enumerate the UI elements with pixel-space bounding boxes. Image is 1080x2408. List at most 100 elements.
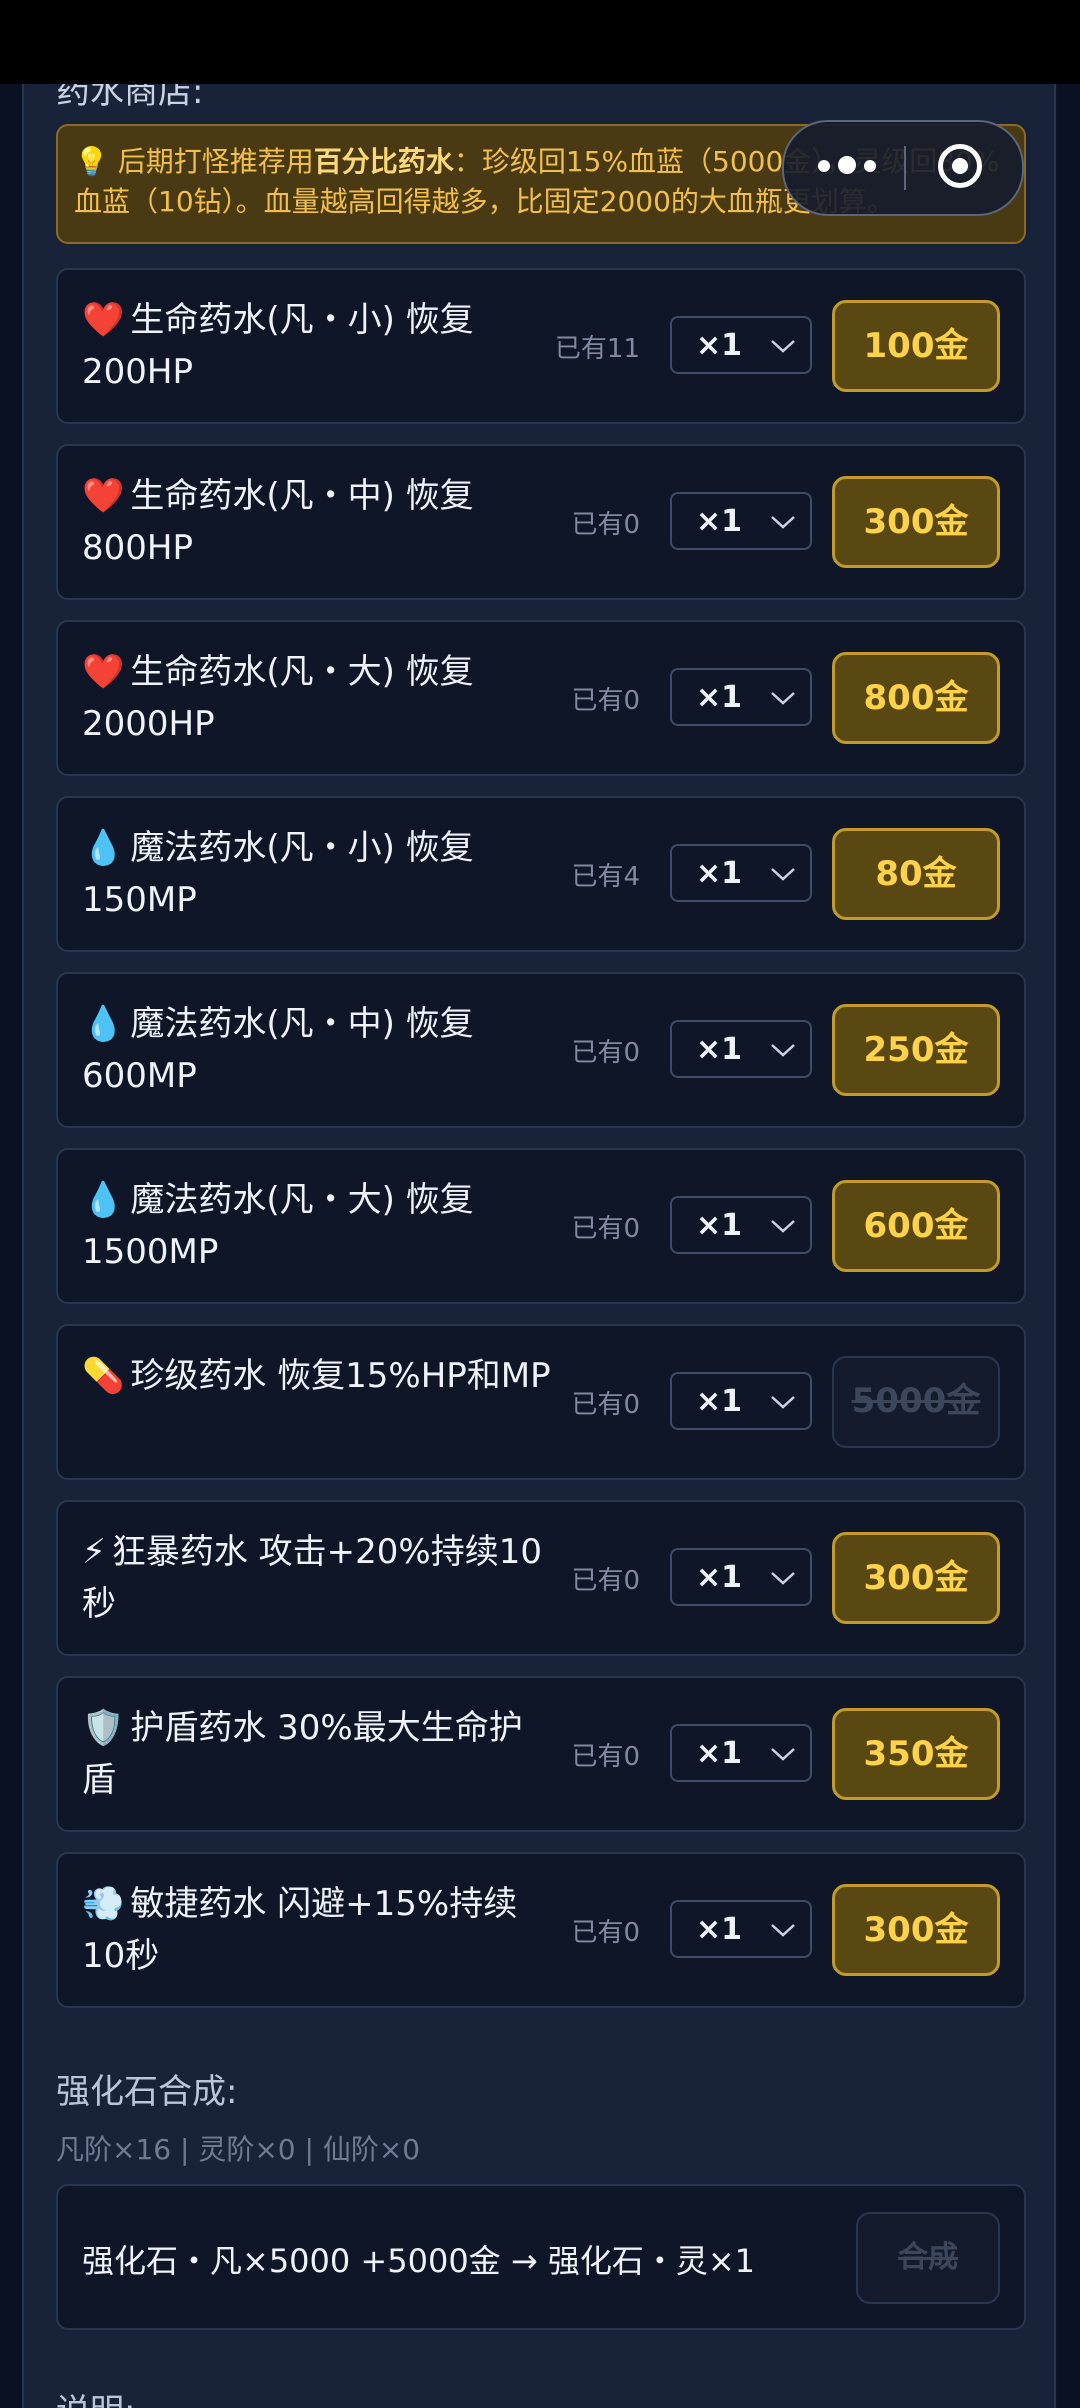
- potion-name: ⚡ 狂暴药水 攻击+20%持续10秒: [82, 1526, 552, 1630]
- potion-name: ❤️ 生命药水(凡・中) 恢复800HP: [82, 470, 552, 574]
- lightning-icon: ⚡: [82, 1532, 106, 1572]
- owned-count: 已有0: [571, 510, 640, 540]
- potion-name: ❤️ 生命药水(凡・小) 恢复200HP: [82, 294, 552, 398]
- quantity-select[interactable]: ×1: [670, 1372, 812, 1430]
- potion-name: 💊 珍级药水 恢复15%HP和MP: [82, 1350, 552, 1402]
- buy-button[interactable]: 300金: [832, 1532, 1000, 1624]
- potion-name-text: 护盾药水 30%最大生命护盾: [82, 1708, 523, 1800]
- potion-row: 💧 魔法药水(凡・中) 恢复600MP 已有0 ×1 250金: [56, 972, 1026, 1128]
- droplet-icon: 💧: [82, 1004, 125, 1044]
- quantity-value: ×1: [696, 1208, 743, 1243]
- target-circle-icon[interactable]: [938, 144, 982, 188]
- potion-shop-title: 药水商店:: [56, 84, 204, 112]
- owned-count: 已有0: [571, 1566, 640, 1596]
- quantity-select[interactable]: ×1: [670, 492, 812, 550]
- chevron-down-icon: [771, 868, 795, 881]
- quantity-value: ×1: [696, 1736, 743, 1771]
- quantity-select[interactable]: ×1: [670, 1724, 812, 1782]
- right-edge: [1058, 84, 1080, 2408]
- owned-count: 已有11: [554, 334, 640, 364]
- chevron-down-icon: [771, 1044, 795, 1057]
- potion-name: 💧 魔法药水(凡・小) 恢复150MP: [82, 822, 552, 926]
- buy-button[interactable]: 350金: [832, 1708, 1000, 1800]
- potion-row: ❤️ 生命药水(凡・小) 恢复200HP 已有11 ×1 100金: [56, 268, 1026, 424]
- buy-button[interactable]: 300金: [832, 476, 1000, 568]
- potion-row: 🛡️ 护盾药水 30%最大生命护盾 已有0 ×1 350金: [56, 1676, 1026, 1832]
- heart-icon: ❤️: [82, 300, 125, 340]
- quantity-select[interactable]: ×1: [670, 316, 812, 374]
- chevron-down-icon: [771, 1748, 795, 1761]
- potion-name-text: 珍级药水 恢复15%HP和MP: [130, 1356, 551, 1396]
- droplet-icon: 💧: [82, 1180, 125, 1220]
- lightbulb-icon: 💡: [74, 145, 109, 178]
- potion-name: 💧 魔法药水(凡・大) 恢复1500MP: [82, 1174, 552, 1278]
- pill-icon: 💊: [82, 1356, 125, 1396]
- dash-icon: 💨: [82, 1884, 125, 1924]
- owned-count: 已有0: [571, 1390, 640, 1420]
- potion-name-text: 狂暴药水 攻击+20%持续10秒: [82, 1532, 543, 1624]
- tip-text-before: 后期打怪推荐用: [117, 145, 314, 178]
- stone-recipe-card: 强化石・凡×5000 +5000金 → 强化石・灵×1 合成: [56, 2184, 1026, 2330]
- left-edge: [0, 84, 22, 2408]
- owned-count: 已有0: [571, 1742, 640, 1772]
- status-bar: [0, 0, 1080, 84]
- buy-button[interactable]: 250金: [832, 1004, 1000, 1096]
- potion-row: ⚡ 狂暴药水 攻击+20%持续10秒 已有0 ×1 300金: [56, 1500, 1026, 1656]
- more-dots-icon[interactable]: [818, 150, 898, 180]
- chevron-down-icon: [771, 516, 795, 529]
- chevron-down-icon: [771, 340, 795, 353]
- droplet-icon: 💧: [82, 828, 125, 868]
- potion-name-text: 魔法药水(凡・中) 恢复600MP: [82, 1004, 474, 1096]
- quantity-value: ×1: [696, 328, 743, 363]
- quantity-value: ×1: [696, 680, 743, 715]
- potion-name: 💧 魔法药水(凡・中) 恢复600MP: [82, 998, 552, 1102]
- heart-icon: ❤️: [82, 652, 125, 692]
- quantity-select[interactable]: ×1: [670, 1196, 812, 1254]
- potion-name-text: 生命药水(凡・小) 恢复200HP: [82, 300, 474, 392]
- tip-highlight: 百分比药水: [313, 145, 454, 178]
- mini-program-capsule: [782, 120, 1024, 216]
- potion-row: 💊 珍级药水 恢复15%HP和MP 已有0 ×1 5000金: [56, 1324, 1026, 1480]
- owned-count: 已有4: [571, 862, 640, 892]
- chevron-down-icon: [771, 1924, 795, 1937]
- chevron-down-icon: [771, 692, 795, 705]
- quantity-value: ×1: [696, 1032, 743, 1067]
- owned-count: 已有0: [571, 1918, 640, 1948]
- synthesize-button[interactable]: 合成: [856, 2212, 1000, 2304]
- buy-button[interactable]: 600金: [832, 1180, 1000, 1272]
- owned-count: 已有0: [571, 686, 640, 716]
- potion-name-text: 生命药水(凡・大) 恢复2000HP: [82, 652, 474, 744]
- quantity-value: ×1: [696, 856, 743, 891]
- buy-button[interactable]: 100金: [832, 300, 1000, 392]
- quantity-select[interactable]: ×1: [670, 1020, 812, 1078]
- shop-panel: 药水商店: 💡 后期打怪推荐用百分比药水：珍级回15%血蓝（5000金），灵级回…: [22, 84, 1056, 2408]
- potion-row: ❤️ 生命药水(凡・大) 恢复2000HP 已有0 ×1 800金: [56, 620, 1026, 776]
- potion-name: 🛡️ 护盾药水 30%最大生命护盾: [82, 1702, 552, 1806]
- buy-button[interactable]: 300金: [832, 1884, 1000, 1976]
- quantity-value: ×1: [696, 1912, 743, 1947]
- quantity-value: ×1: [696, 1384, 743, 1419]
- owned-count: 已有0: [571, 1214, 640, 1244]
- buy-button[interactable]: 80金: [832, 828, 1000, 920]
- buy-button[interactable]: 800金: [832, 652, 1000, 744]
- potion-name-text: 生命药水(凡・中) 恢复800HP: [82, 476, 474, 568]
- quantity-select[interactable]: ×1: [670, 1548, 812, 1606]
- potion-row: 💧 魔法药水(凡・大) 恢复1500MP 已有0 ×1 600金: [56, 1148, 1026, 1304]
- stone-inventory: 凡阶×16 | 灵阶×0 | 仙阶×0: [56, 2133, 421, 2166]
- potion-name-text: 敏捷药水 闪避+15%持续10秒: [82, 1884, 518, 1976]
- buy-button[interactable]: 5000金: [832, 1356, 1000, 1448]
- heart-icon: ❤️: [82, 476, 125, 516]
- potion-name-text: 魔法药水(凡・小) 恢复150MP: [82, 828, 474, 920]
- quantity-value: ×1: [696, 1560, 743, 1595]
- quantity-select[interactable]: ×1: [670, 1900, 812, 1958]
- capsule-divider: [904, 146, 906, 190]
- chevron-down-icon: [771, 1396, 795, 1409]
- potion-name-text: 魔法药水(凡・大) 恢复1500MP: [82, 1180, 474, 1272]
- quantity-select[interactable]: ×1: [670, 844, 812, 902]
- quantity-select[interactable]: ×1: [670, 668, 812, 726]
- owned-count: 已有0: [571, 1038, 640, 1068]
- chevron-down-icon: [771, 1572, 795, 1585]
- quantity-value: ×1: [696, 504, 743, 539]
- stone-synthesis-title: 强化石合成:: [56, 2072, 238, 2112]
- stone-recipe: 强化石・凡×5000 +5000金 → 强化石・灵×1: [82, 2242, 756, 2280]
